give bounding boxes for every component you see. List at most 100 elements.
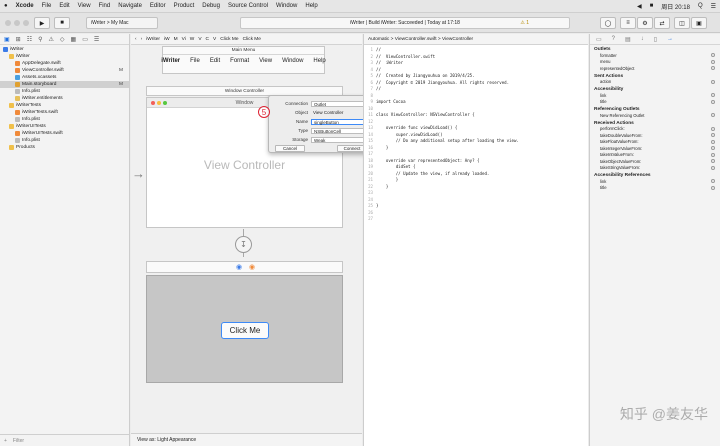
connection-circle-icon[interactable] bbox=[711, 146, 715, 151]
clock[interactable]: 周日 20:18 bbox=[661, 2, 690, 11]
menu-item[interactable]: Window bbox=[282, 58, 303, 64]
code-line[interactable]: 27 bbox=[364, 216, 589, 223]
menu-debug[interactable]: Debug bbox=[202, 3, 220, 9]
jump-item[interactable]: Vi bbox=[182, 37, 186, 42]
menu-item[interactable]: View bbox=[259, 58, 272, 64]
issue-icon[interactable]: ⚠ bbox=[49, 36, 54, 43]
menu-view[interactable]: View bbox=[78, 3, 91, 9]
filter-field[interactable]: Filter bbox=[13, 438, 24, 444]
menu-edit[interactable]: Edit bbox=[59, 3, 69, 9]
file-tree-item[interactable]: ViewController.swift M bbox=[0, 67, 129, 74]
jump-item[interactable]: Click Me bbox=[220, 37, 238, 42]
connection-circle-icon[interactable] bbox=[711, 79, 715, 84]
connections-inspector-icon[interactable]: → bbox=[667, 36, 673, 42]
menu-window[interactable]: Window bbox=[276, 3, 297, 9]
type-select[interactable]: NSButtonCell bbox=[311, 127, 366, 134]
menu-item[interactable]: iWriter bbox=[161, 58, 180, 64]
file-tree-item[interactable]: Assets.xcassets bbox=[0, 74, 129, 81]
menu-navigate[interactable]: Navigate bbox=[118, 3, 142, 9]
file-tree-item[interactable]: Main.storyboard M bbox=[0, 81, 129, 88]
connection-circle-icon[interactable] bbox=[711, 133, 715, 138]
menu-file[interactable]: File bbox=[42, 3, 52, 9]
connection-select[interactable]: Outlet bbox=[311, 100, 366, 107]
menu-xcode[interactable]: Xcode bbox=[16, 3, 34, 9]
test-icon[interactable]: ◇ bbox=[60, 36, 65, 43]
menu-help[interactable]: Help bbox=[305, 3, 317, 9]
debug-icon[interactable]: ▦ bbox=[71, 36, 77, 43]
file-tree-item[interactable]: iWriterTests.swift bbox=[0, 109, 129, 116]
jump-item[interactable]: Click Me bbox=[243, 37, 261, 42]
symbol-icon[interactable]: ☷ bbox=[27, 36, 32, 43]
view-controller-scene-bar[interactable]: ◉ ◉ bbox=[146, 261, 343, 273]
jump-item[interactable]: W bbox=[190, 37, 195, 42]
file-tree-item[interactable]: iWriterTests bbox=[0, 102, 129, 109]
menu-item[interactable]: Edit bbox=[210, 58, 220, 64]
menu-product[interactable]: Product bbox=[174, 3, 195, 9]
file-tree-item[interactable]: Products bbox=[0, 144, 129, 151]
screen-icon[interactable]: ■ bbox=[650, 3, 654, 9]
menu-item[interactable]: File bbox=[190, 58, 200, 64]
add-icon[interactable]: + bbox=[4, 438, 7, 444]
jump-item[interactable]: C bbox=[206, 37, 209, 42]
file-tree-item[interactable]: Info.plist bbox=[0, 137, 129, 144]
jump-item[interactable]: iW bbox=[164, 37, 170, 42]
main-menu-scene[interactable]: Main Menu iWriter File Edit Format View … bbox=[161, 46, 326, 74]
file-tree-item[interactable]: Info.plist bbox=[0, 88, 129, 95]
standard-editor-button[interactable]: ≡ bbox=[620, 17, 636, 29]
find-icon[interactable]: ⚲ bbox=[38, 36, 42, 43]
size-inspector-icon[interactable]: ▯ bbox=[654, 36, 657, 43]
menu-source-control[interactable]: Source Control bbox=[228, 3, 268, 9]
menu-find[interactable]: Find bbox=[99, 3, 111, 9]
jump-item[interactable]: iWriter bbox=[146, 37, 160, 42]
source-control-icon[interactable]: ⊞ bbox=[16, 36, 21, 43]
file-tree-item[interactable]: iWriterUITests bbox=[0, 123, 129, 130]
toggle-debug-area-button[interactable]: ▣ bbox=[691, 17, 707, 29]
close-window-button[interactable] bbox=[5, 20, 11, 26]
version-editor-button[interactable]: ⇄ bbox=[654, 17, 670, 29]
scheme-selector[interactable]: iWriter > My Mac bbox=[86, 17, 158, 29]
cancel-button[interactable]: Cancel bbox=[275, 145, 305, 152]
jump-item[interactable]: V bbox=[213, 37, 216, 42]
name-input[interactable]: singleButton bbox=[311, 118, 366, 125]
attributes-inspector-icon[interactable]: ↓ bbox=[641, 36, 644, 42]
apple-menu-icon[interactable]: ● bbox=[4, 3, 8, 9]
library-button[interactable]: ◯ bbox=[600, 17, 616, 29]
connection-circle-icon[interactable] bbox=[711, 99, 715, 104]
notification-icon[interactable]: ☰ bbox=[711, 3, 716, 10]
menu-item[interactable]: Format bbox=[230, 58, 249, 64]
connection-circle-icon[interactable] bbox=[711, 152, 715, 157]
connection-circle-icon[interactable] bbox=[711, 53, 715, 58]
report-icon[interactable]: ☰ bbox=[94, 36, 99, 43]
file-tree-item[interactable]: iWriter bbox=[0, 46, 129, 53]
file-tree-item[interactable]: iWriter bbox=[0, 53, 129, 60]
stop-button[interactable]: ■ bbox=[54, 17, 70, 29]
run-button[interactable]: ▶ bbox=[34, 17, 50, 29]
code-lines[interactable]: 1//2// ViewController.swift 3// iWriter 4/… bbox=[364, 47, 589, 223]
file-inspector-icon[interactable]: ▭ bbox=[596, 36, 602, 43]
search-icon[interactable]: Q bbox=[698, 3, 703, 9]
toggle-navigator-button[interactable]: ◫ bbox=[674, 17, 690, 29]
jump-item[interactable]: V bbox=[198, 37, 201, 42]
connection-circle-icon[interactable] bbox=[711, 179, 715, 184]
file-tree-item[interactable]: iWriterUITests.swift bbox=[0, 130, 129, 137]
connection-circle-icon[interactable] bbox=[711, 165, 715, 170]
connection-circle-icon[interactable] bbox=[711, 159, 715, 164]
file-tree-item[interactable]: AppDelegate.swift bbox=[0, 60, 129, 67]
location-icon[interactable]: ◀ bbox=[637, 3, 642, 10]
code-jump-bar[interactable]: Automatic > ViewController.swift > ViewC… bbox=[364, 34, 588, 45]
zoom-window-button[interactable] bbox=[23, 20, 29, 26]
menu-item[interactable]: Help bbox=[313, 58, 325, 64]
storage-select[interactable]: Weak bbox=[311, 136, 366, 143]
minimize-window-button[interactable] bbox=[14, 20, 20, 26]
connection-circle-icon[interactable] bbox=[711, 113, 715, 118]
connection-circle-icon[interactable] bbox=[711, 139, 715, 144]
connection-circle-icon[interactable] bbox=[711, 59, 715, 64]
project-navigator-icon[interactable]: ▣ bbox=[4, 36, 10, 43]
connection-circle-icon[interactable] bbox=[711, 66, 715, 71]
file-tree-item[interactable]: iWriter.entitlements bbox=[0, 95, 129, 102]
forward-icon[interactable]: › bbox=[141, 37, 143, 42]
connection-circle-icon[interactable] bbox=[711, 126, 715, 131]
connection-circle-icon[interactable] bbox=[711, 185, 715, 190]
file-tree-item[interactable]: Info.plist bbox=[0, 116, 129, 123]
back-icon[interactable]: ‹ bbox=[135, 37, 137, 42]
